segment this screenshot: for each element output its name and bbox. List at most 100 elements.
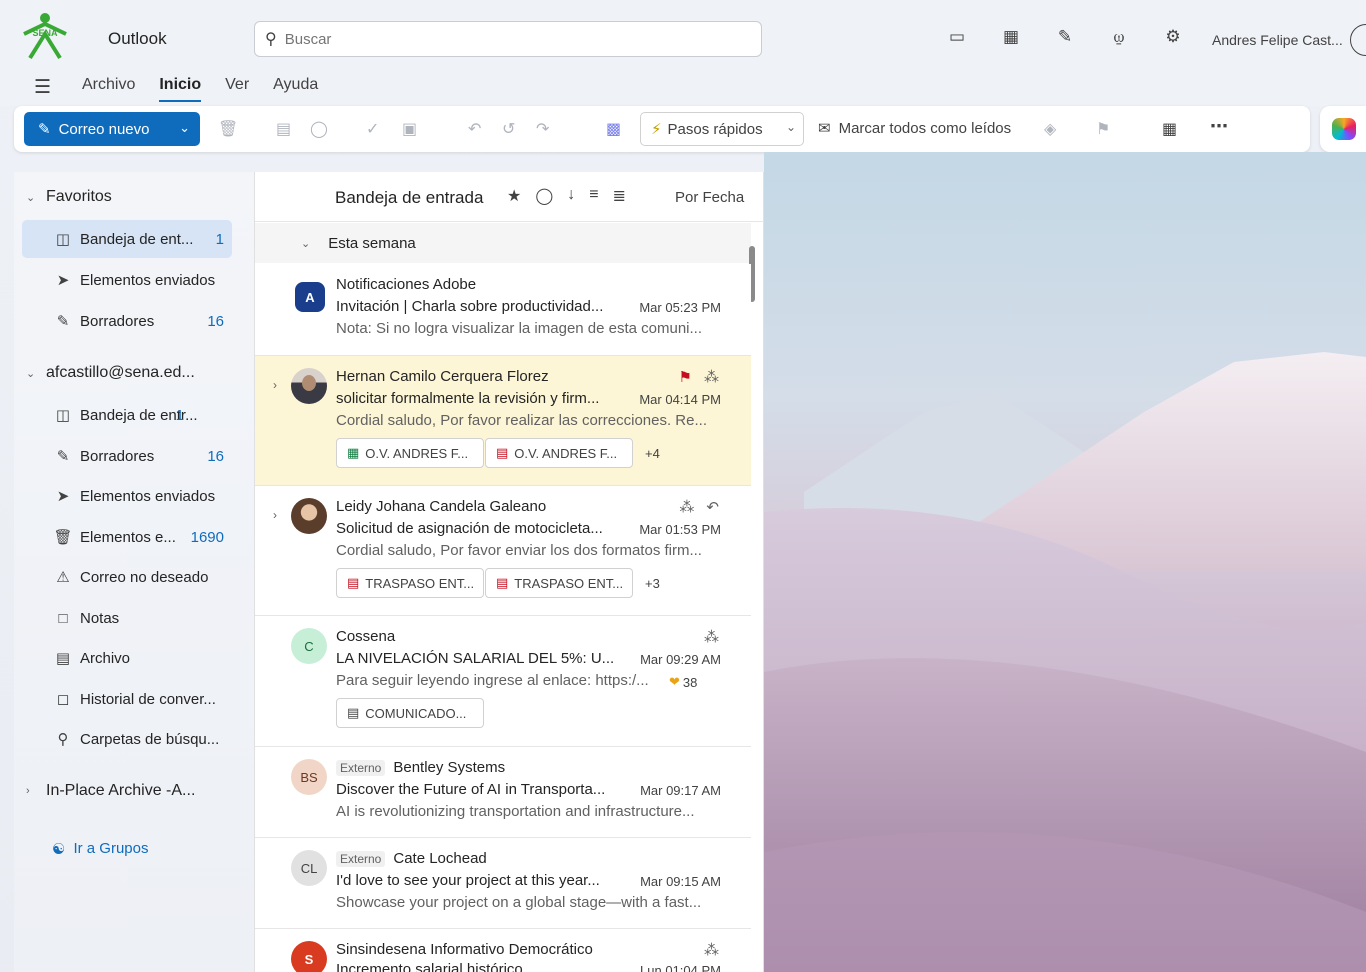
new-mail-label: Correo nuevo [58,120,150,138]
jump-icon[interactable]: ↓ [567,186,575,206]
teams-icon[interactable]: ▦ [998,27,1024,51]
move-icon[interactable]: ▣ [402,119,417,139]
sidebar-item-drafts[interactable]: ✎ Borradores 16 [22,437,232,475]
sidebar-item-archive[interactable]: ▤ Archivo [22,639,232,677]
user-avatar[interactable] [1350,24,1366,56]
sidebar-item-notes[interactable]: □ Notas [22,599,232,637]
sidebar-item-sent[interactable]: ➤ Elementos enviados [22,477,232,515]
message-subject: solicitar formalmente la revisión y firm… [336,390,600,407]
chevron-down-icon[interactable]: ⌄ [786,120,796,134]
chevron-right-icon[interactable]: › [273,508,277,522]
message-time: Mar 04:14 PM [639,392,721,407]
sidebar-item-inbox[interactable]: ◫ Bandeja de entr... 1 [22,396,232,434]
attachment-chip[interactable]: ▦ O.V. ANDRES F... [336,438,484,468]
reply-all-icon[interactable]: ↺ [502,119,515,139]
sort-by-date[interactable]: Por Fecha [675,189,744,206]
reply-icon[interactable]: ↶ [468,119,481,139]
teams-share-icon[interactable]: ▩ [606,119,621,139]
group-header[interactable]: ⌄ Esta semana [255,223,751,263]
filter-icon[interactable]: ≡ [589,186,598,206]
attachment-chip[interactable]: ▤ COMUNICADO... [336,698,484,728]
sidebar-item-history[interactable]: ◻ Historial de conver... [22,680,232,718]
present-icon[interactable]: ▭ [944,27,970,51]
chevron-right-icon[interactable]: › [273,378,277,392]
delete-icon[interactable]: 🗑 [218,119,238,139]
sweep-icon[interactable]: ✓ [366,119,379,139]
chevron-down-icon: ⌄ [26,191,36,204]
quick-steps-button[interactable]: ⚡ Pasos rápidos [640,112,804,146]
message-subject: LA NIVELACIÓN SALARIAL DEL 5%: U... [336,650,615,667]
gear-icon[interactable]: ⚙ [1160,27,1186,51]
send-icon: ➤ [56,272,70,289]
forward-icon[interactable]: ↷ [536,119,549,139]
go-to-groups-link[interactable]: ☯ Ir a Grupos [52,840,148,858]
replied-icon: ↶ [706,499,719,516]
search-input[interactable] [284,30,725,48]
message-sender: Cossena [336,628,396,645]
message-row[interactable]: S Sinsindesena Informativo Democrático ⁂… [255,929,751,972]
sidebar-item-junk[interactable]: ⚠ Correo no deseado [22,558,232,596]
tab-ver[interactable]: Ver [225,76,249,102]
paperclip-icon: ⁂ [704,942,719,959]
chevron-down-icon: ⌄ [26,367,36,380]
sidebar-item-label: Carpetas de búsqu... [80,730,220,748]
more-options-icon[interactable]: ⋯ [1210,116,1228,137]
message-row[interactable]: A Notificaciones Adobe Invitación | Char… [255,264,751,356]
bell-icon[interactable]: ⍹ [1106,27,1132,51]
chevron-down-icon[interactable]: ⌄ [179,120,190,136]
select-icon[interactable]: ◯ [535,186,553,206]
mark-all-read-button[interactable]: ✉ Marcar todos como leídos [818,119,1011,138]
message-sender: Sinsindesena Informativo Democrático [336,941,593,958]
attachment-chip[interactable]: ▤ TRASPASO ENT... [336,568,484,598]
message-preview: Para seguir leyendo ingrese al enlace: h… [336,672,649,689]
draft-icon: ✎ [56,448,70,465]
avatar: CL [291,850,327,886]
tab-ayuda[interactable]: Ayuda [273,76,318,102]
more-attachments[interactable]: +4 [645,446,660,461]
tab-archivo[interactable]: Archivo [82,76,135,102]
attachment-name: O.V. ANDRES F... [365,445,469,461]
account-header[interactable]: ⌄ afcastillo@sena.ed... [26,364,195,382]
message-preview: Cordial saludo, Por favor enviar los dos… [336,542,702,559]
view-icon[interactable]: ▦ [1162,119,1177,139]
tag-icon[interactable]: ◈ [1044,119,1056,139]
report-icon[interactable]: ◯ [310,119,328,139]
message-row[interactable]: CL Externo Cate Lochead I'd love to see y… [255,838,751,929]
sidebar-item-search-folders[interactable]: ⚲ Carpetas de búsqu... [22,720,232,758]
more-attachments[interactable]: +3 [645,576,660,591]
user-name[interactable]: Andres Felipe Cast... [1212,32,1343,48]
sidebar-item-deleted[interactable]: 🗑 Elementos e... 1690 [22,518,232,556]
junk-icon: ⚠ [56,569,70,586]
favorites-header[interactable]: ⌄ Favoritos [26,188,112,206]
sidebar-item-drafts-favorite[interactable]: ✎ Borradores 16 [22,302,232,340]
new-mail-button[interactable]: ✎ Correo nuevo ⌄ [24,112,200,146]
copilot-button[interactable] [1320,106,1366,152]
sidebar-item-sent-favorite[interactable]: ➤ Elementos enviados [22,261,232,299]
message-row[interactable]: › Hernan Camilo Cerquera Florez ⚑ ⁂ soli… [255,356,751,486]
message-row[interactable]: BS Externo Bentley Systems Discover the F… [255,747,751,838]
search-box[interactable]: ⚲ [254,21,762,57]
in-place-archive-header[interactable]: › In-Place Archive -A... [26,782,195,800]
chevron-down-icon: ⌄ [301,237,311,250]
flag-icon[interactable]: ⚑ [1096,119,1110,139]
document-icon: ▤ [347,705,360,720]
attachment-name: COMUNICADO... [365,705,467,721]
tab-inicio[interactable]: Inicio [159,76,202,102]
message-preview: Nota: Si no logra visualizar la imagen d… [336,320,703,337]
flag-icon[interactable]: ⚑ [679,368,692,386]
star-icon[interactable]: ★ [507,186,521,206]
inbox-icon: ◫ [55,231,71,248]
attachment-chip[interactable]: ▤ TRASPASO ENT... [485,568,633,598]
adobe-icon: A [295,282,325,312]
archive-icon[interactable]: ▤ [276,119,291,139]
sidebar-item-inbox-favorite[interactable]: ◫ Bandeja de ent... 1 [22,220,232,258]
message-subject: I'd love to see your project at this yea… [336,872,600,889]
quick-steps-label: Pasos rápidos [667,120,763,138]
tasks-icon[interactable]: ✎ [1052,27,1078,51]
message-row[interactable]: › Leidy Johana Candela Galeano ⁂ ↶ Solic… [255,486,751,616]
sort-icon[interactable]: ≣ [613,186,626,206]
attachment-chip[interactable]: ▤ O.V. ANDRES F... [485,438,633,468]
hamburger-icon[interactable]: ☰ [34,76,51,99]
reactions[interactable]: ❤ 38 [669,674,697,690]
message-row[interactable]: C Cossena ⁂ LA NIVELACIÓN SALARIAL DEL 5… [255,616,751,747]
